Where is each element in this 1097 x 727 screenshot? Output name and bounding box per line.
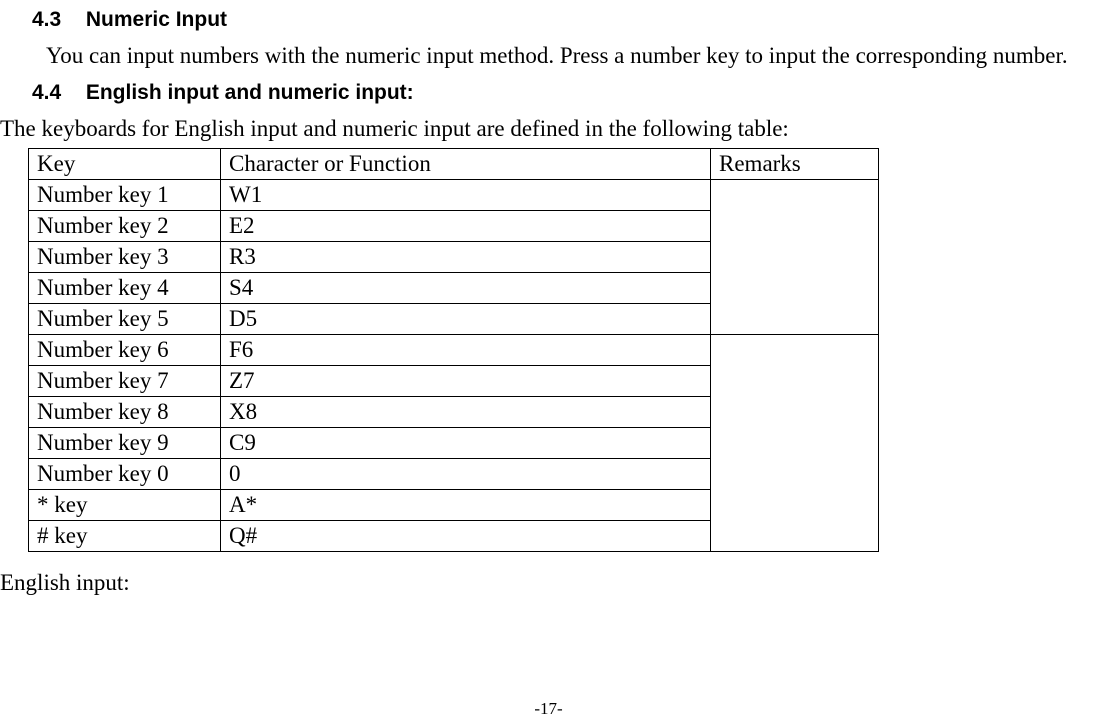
cell-char: F6 <box>221 335 711 366</box>
table-row: Number key 1W1 <box>29 180 879 211</box>
cell-char: Z7 <box>221 366 711 397</box>
cell-key: Number key 9 <box>29 428 221 459</box>
cell-key: # key <box>29 521 221 552</box>
cell-key: * key <box>29 490 221 521</box>
cell-char: R3 <box>221 242 711 273</box>
table-header-cell-remarks: Remarks <box>711 149 879 180</box>
cell-char: X8 <box>221 397 711 428</box>
cell-char: Q# <box>221 521 711 552</box>
page-footer: -17- <box>0 699 1097 719</box>
key-table-body: KeyCharacter or FunctionRemarksNumber ke… <box>29 149 879 552</box>
cell-key: Number key 4 <box>29 273 221 304</box>
cell-remarks <box>711 335 879 552</box>
cell-key: Number key 5 <box>29 304 221 335</box>
cell-char: A* <box>221 490 711 521</box>
cell-remarks <box>711 180 879 335</box>
cell-key: Number key 0 <box>29 459 221 490</box>
cell-char: E2 <box>221 211 711 242</box>
cell-char: D5 <box>221 304 711 335</box>
section-heading-4-3: 4.3 Numeric Input <box>32 8 1097 32</box>
table-header-row: KeyCharacter or FunctionRemarks <box>29 149 879 180</box>
cell-key: Number key 6 <box>29 335 221 366</box>
section-4-3-body: You can input numbers with the numeric i… <box>0 40 1091 71</box>
cell-key: Number key 8 <box>29 397 221 428</box>
table-row: Number key 6F6 <box>29 335 879 366</box>
cell-key: Number key 1 <box>29 180 221 211</box>
document-body: 4.3 Numeric Input You can input numbers … <box>0 8 1097 596</box>
section-4-4-intro: The keyboards for English input and nume… <box>0 113 1091 144</box>
section-number: 4.4 <box>32 81 80 105</box>
key-table-wrap: KeyCharacter or FunctionRemarksNumber ke… <box>28 148 1097 552</box>
english-input-label: English input: <box>0 570 1097 596</box>
cell-char: C9 <box>221 428 711 459</box>
cell-char: 0 <box>221 459 711 490</box>
cell-char: S4 <box>221 273 711 304</box>
section-heading-4-4: 4.4 English input and numeric input: <box>32 81 1097 105</box>
section-title: English input and numeric input: <box>86 81 414 104</box>
cell-key: Number key 3 <box>29 242 221 273</box>
cell-key: Number key 2 <box>29 211 221 242</box>
table-header-cell-char: Character or Function <box>221 149 711 180</box>
cell-char: W1 <box>221 180 711 211</box>
section-title: Numeric Input <box>86 8 227 31</box>
table-header-cell-key: Key <box>29 149 221 180</box>
section-number: 4.3 <box>32 8 80 32</box>
key-table: KeyCharacter or FunctionRemarksNumber ke… <box>28 148 879 552</box>
cell-key: Number key 7 <box>29 366 221 397</box>
